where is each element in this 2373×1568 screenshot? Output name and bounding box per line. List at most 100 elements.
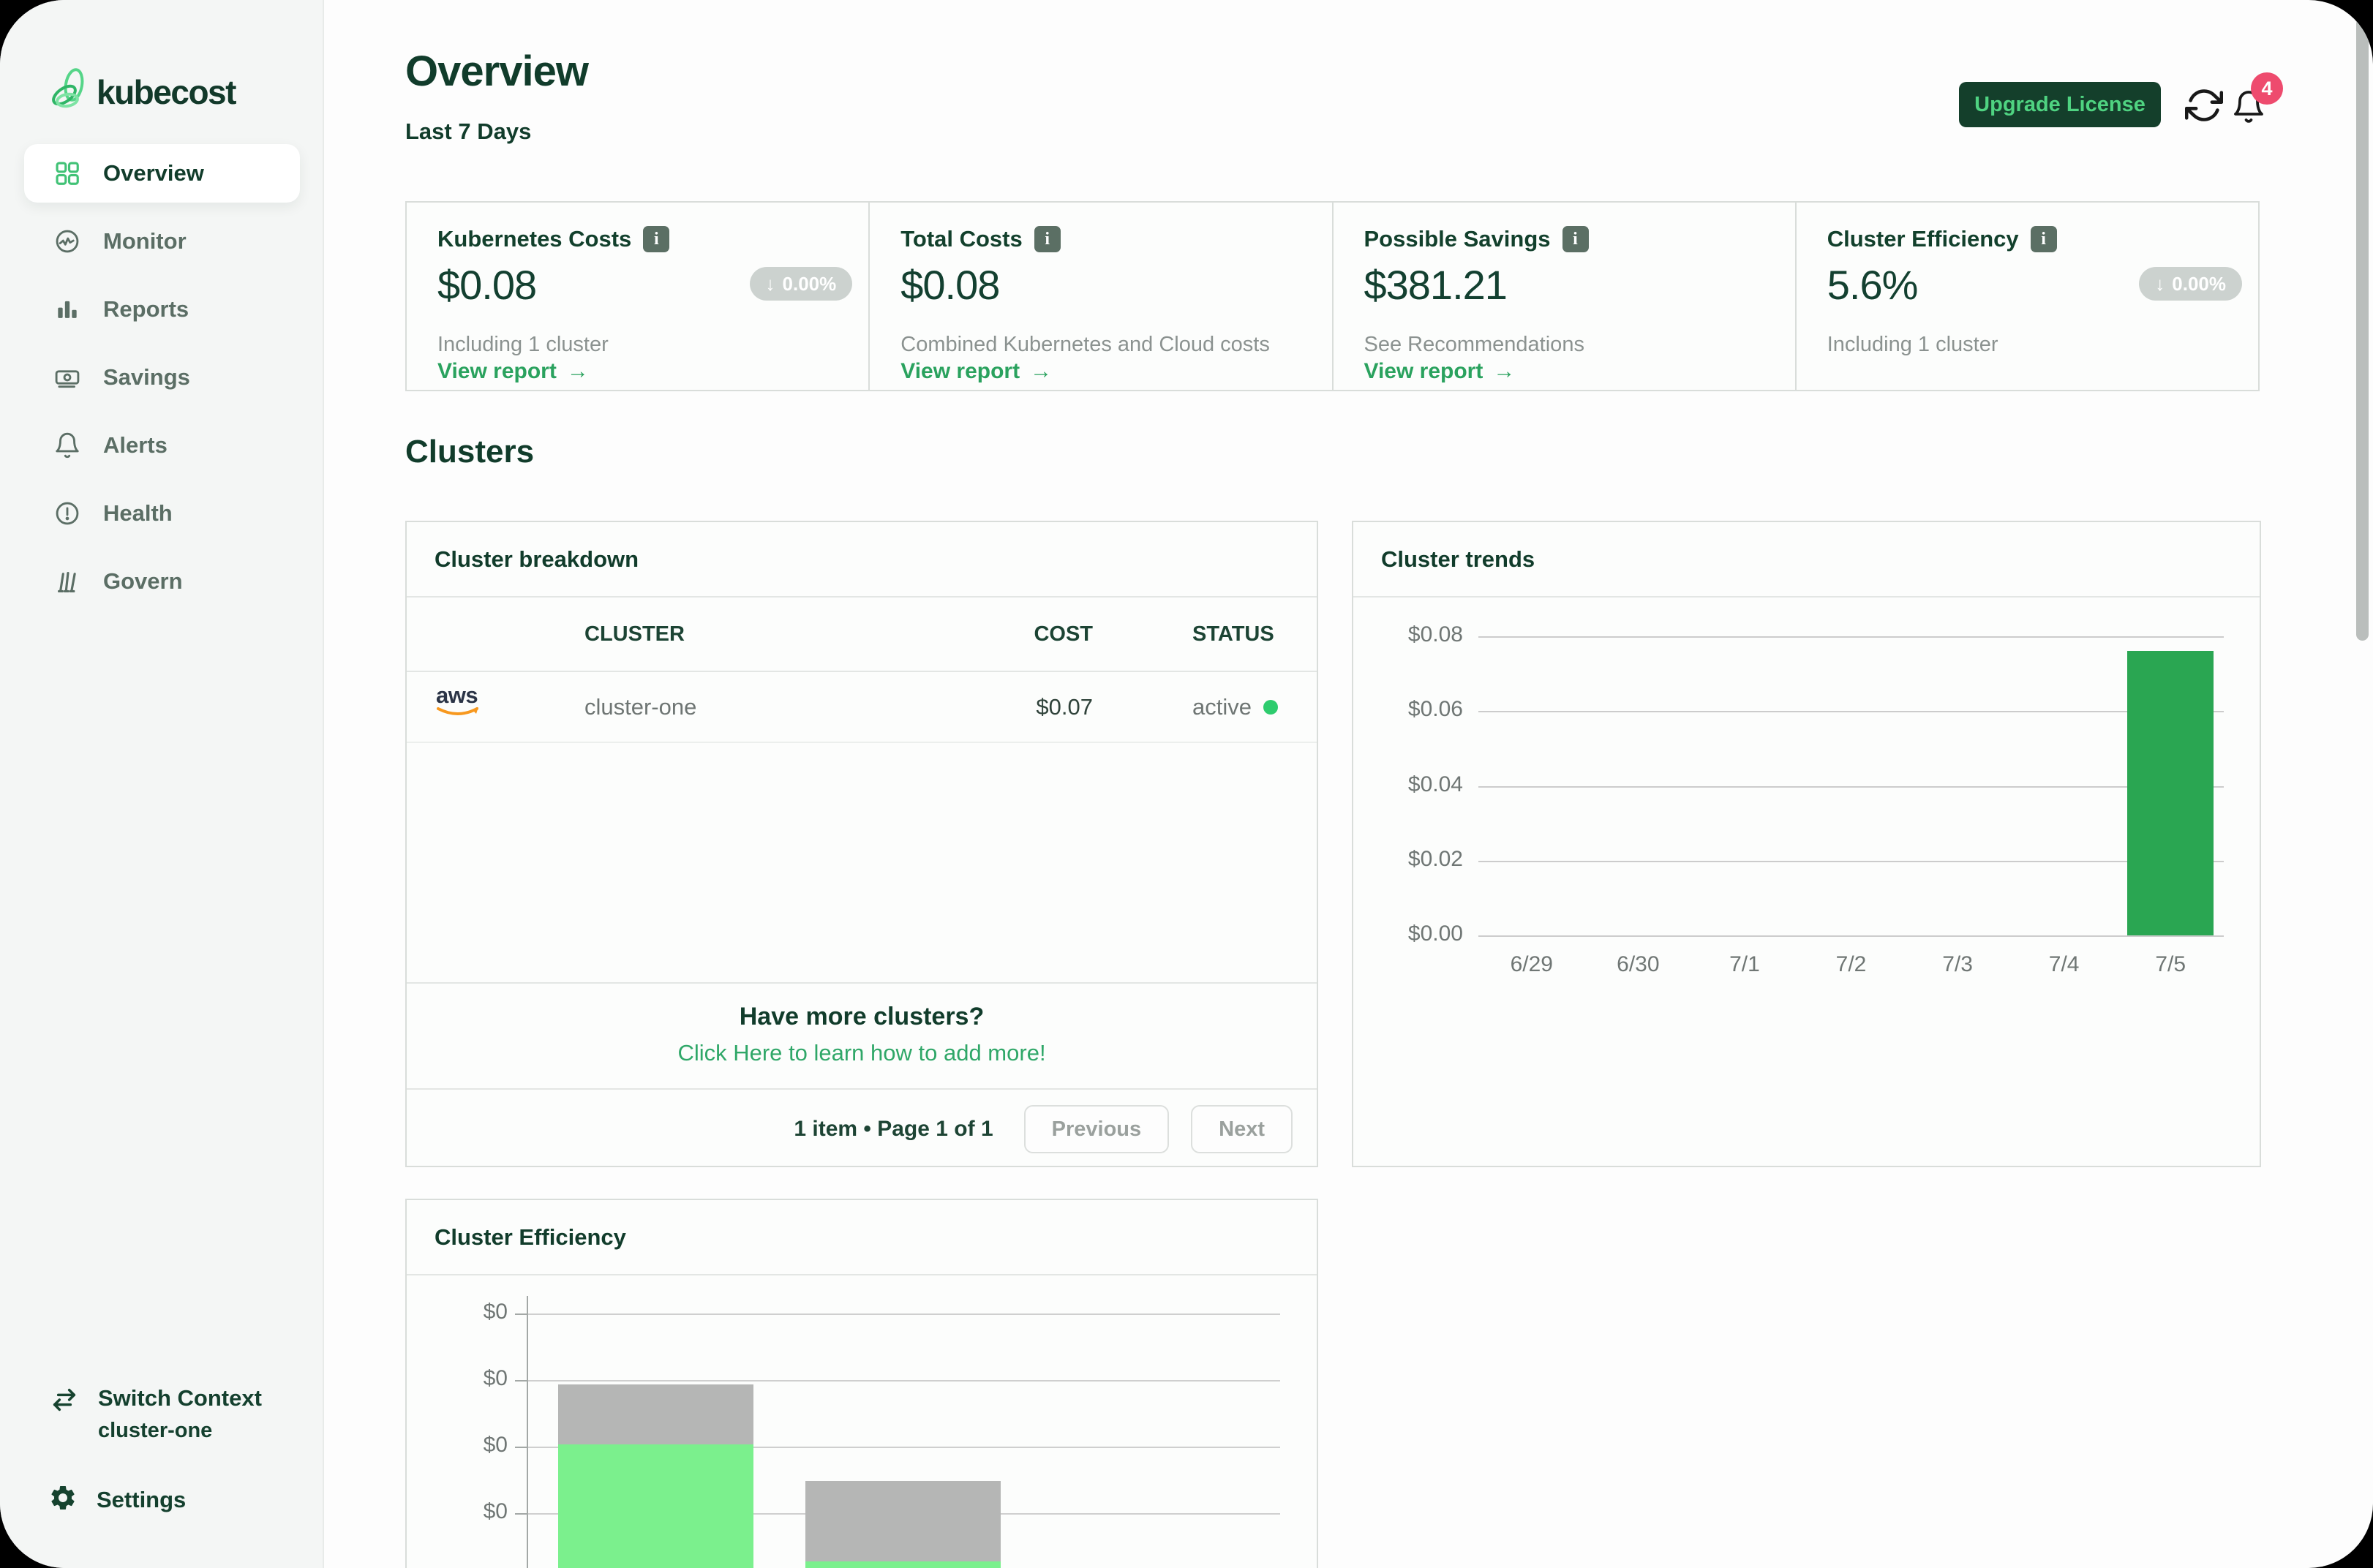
govern-icon <box>53 568 81 595</box>
efficiency-bar-overlay <box>805 1561 1001 1568</box>
y-gridline <box>1478 935 2224 937</box>
monitor-pulse-icon <box>53 227 81 255</box>
sidebar-item-monitor[interactable]: Monitor <box>24 212 300 271</box>
pagination-bar: 1 item • Page 1 of 1 Previous Next <box>407 1088 1317 1169</box>
view-report-link[interactable]: View report→ <box>1364 359 1516 384</box>
switch-arrows-icon <box>50 1385 79 1418</box>
alert-circle-icon <box>53 500 81 527</box>
stat-card-kubernetes-costs: Kubernetes Costsi $0.08 ↓0.00% Including… <box>407 203 870 390</box>
efficiency-bar-overlay <box>558 1444 753 1568</box>
y-tick-label: $0.08 <box>1368 622 1463 647</box>
stat-note: See Recommendations <box>1364 333 1584 357</box>
down-arrow-icon: ↓ <box>766 273 775 295</box>
y-gridline <box>527 1380 1280 1382</box>
upgrade-license-button[interactable]: Upgrade License <box>1959 82 2161 127</box>
info-icon[interactable]: i <box>2031 226 2057 252</box>
vertical-scrollbar-thumb[interactable] <box>2356 18 2369 641</box>
clusters-section-title: Clusters <box>405 434 534 470</box>
stat-value: $0.08 <box>437 261 536 309</box>
sidebar-item-label: Reports <box>103 296 189 323</box>
axis-tick <box>515 1380 527 1382</box>
sidebar-item-savings[interactable]: Savings <box>24 348 300 407</box>
refresh-icon[interactable] <box>2185 86 2223 124</box>
x-tick-label: 7/3 <box>1905 952 2010 977</box>
trend-bar <box>2127 651 2214 935</box>
pagination-summary: 1 item • Page 1 of 1 <box>794 1117 993 1142</box>
cluster-trends-chart: $0.08$0.06$0.04$0.02$0.006/296/307/17/27… <box>1353 522 2260 1166</box>
cluster-efficiency-chart: $0 $0 $0 $0 <box>407 1200 1317 1568</box>
axis-tick <box>515 1513 527 1515</box>
sidebar-item-label: Govern <box>103 568 183 595</box>
stat-value: 5.6% <box>1827 261 1918 309</box>
y-tick-label: $0.00 <box>1368 921 1463 946</box>
y-axis-line <box>527 1296 528 1568</box>
kubecost-logo[interactable]: kubecost <box>50 67 236 116</box>
table-header-row: CLUSTER COST STATUS <box>407 596 1317 672</box>
prompt-heading: Have more clusters? <box>407 1003 1317 1031</box>
axis-tick <box>515 1313 527 1315</box>
bell-icon <box>53 431 81 459</box>
x-tick-label: 6/29 <box>1479 952 1584 977</box>
sidebar-item-alerts[interactable]: Alerts <box>24 416 300 475</box>
arrow-right-icon: → <box>1030 359 1052 384</box>
stat-note: Including 1 cluster <box>437 333 609 357</box>
aws-logo: aws <box>436 684 483 722</box>
stat-title: Total Costs <box>900 226 1023 252</box>
y-tick-label: $0 <box>420 1366 508 1391</box>
stat-value: $381.21 <box>1364 261 1507 309</box>
y-gridline <box>1478 636 2224 638</box>
y-gridline <box>1478 786 2224 788</box>
switch-context-label: Switch Context <box>98 1385 262 1411</box>
switch-context[interactable]: Switch Context cluster-one <box>50 1385 262 1443</box>
cluster-efficiency-card: Cluster Efficiency $0$0$0$0 <box>405 1199 1318 1568</box>
x-tick-label: 7/4 <box>2012 952 2117 977</box>
sidebar-item-settings[interactable]: Settings <box>48 1483 186 1516</box>
sidebar-item-overview[interactable]: Overview <box>24 144 300 203</box>
y-tick-label: $0.04 <box>1368 772 1463 797</box>
view-report-link[interactable]: View report→ <box>900 359 1052 384</box>
y-tick-label: $0.02 <box>1368 847 1463 872</box>
column-header-cost: COST <box>985 622 1093 647</box>
info-icon[interactable]: i <box>1034 226 1061 252</box>
sidebar-item-label: Monitor <box>103 228 187 255</box>
sidebar-nav: Overview Monitor Reports <box>24 144 300 620</box>
notification-count-badge: 4 <box>2251 72 2283 105</box>
gear-icon <box>48 1483 78 1516</box>
stat-value: $0.08 <box>900 261 999 309</box>
brand-wordmark: kubecost <box>97 72 236 112</box>
date-range-label: Last 7 Days <box>405 118 531 145</box>
sidebar-item-label: Savings <box>103 364 190 391</box>
arrow-right-icon: → <box>567 359 589 384</box>
sidebar-item-health[interactable]: Health <box>24 484 300 543</box>
x-tick-label: 6/30 <box>1585 952 1691 977</box>
sidebar-item-govern[interactable]: Govern <box>24 552 300 611</box>
efficiency-bar-total <box>805 1481 1001 1568</box>
stat-card-cluster-efficiency: Cluster Efficiencyi 5.6% ↓0.00% Includin… <box>1797 203 2258 390</box>
x-tick-label: 7/1 <box>1692 952 1797 977</box>
next-page-button[interactable]: Next <box>1191 1105 1293 1153</box>
card-title: Cluster breakdown <box>407 522 1317 598</box>
previous-page-button[interactable]: Previous <box>1024 1105 1170 1153</box>
y-tick-label: $0 <box>420 1499 508 1524</box>
add-clusters-prompt: Have more clusters? Click Here to learn … <box>407 982 1317 1088</box>
stat-note: Combined Kubernetes and Cloud costs <box>900 333 1270 357</box>
page-title: Overview <box>405 47 588 96</box>
info-icon[interactable]: i <box>1562 226 1589 252</box>
add-clusters-link[interactable]: Click Here to learn how to add more! <box>407 1040 1317 1066</box>
info-icon[interactable]: i <box>643 226 669 252</box>
table-row[interactable]: aws cluster-one $0.07 active <box>407 672 1317 743</box>
sidebar-item-label: Alerts <box>103 432 168 459</box>
axis-tick <box>515 1447 527 1448</box>
app-window: kubecost Overview Mo <box>0 0 2373 1568</box>
stat-cards-row: Kubernetes Costsi $0.08 ↓0.00% Including… <box>405 201 2260 391</box>
sidebar-item-label: Overview <box>103 160 204 186</box>
cluster-status-cell: active <box>1192 694 1278 720</box>
y-tick-label: $0 <box>420 1300 508 1324</box>
y-gridline <box>1478 861 2224 862</box>
sidebar-item-reports[interactable]: Reports <box>24 280 300 339</box>
view-report-link[interactable]: View report→ <box>437 359 589 384</box>
stat-note: Including 1 cluster <box>1827 333 1998 357</box>
y-tick-label: $0 <box>420 1433 508 1458</box>
stat-title: Kubernetes Costs <box>437 226 631 252</box>
x-tick-label: 7/5 <box>2118 952 2223 977</box>
